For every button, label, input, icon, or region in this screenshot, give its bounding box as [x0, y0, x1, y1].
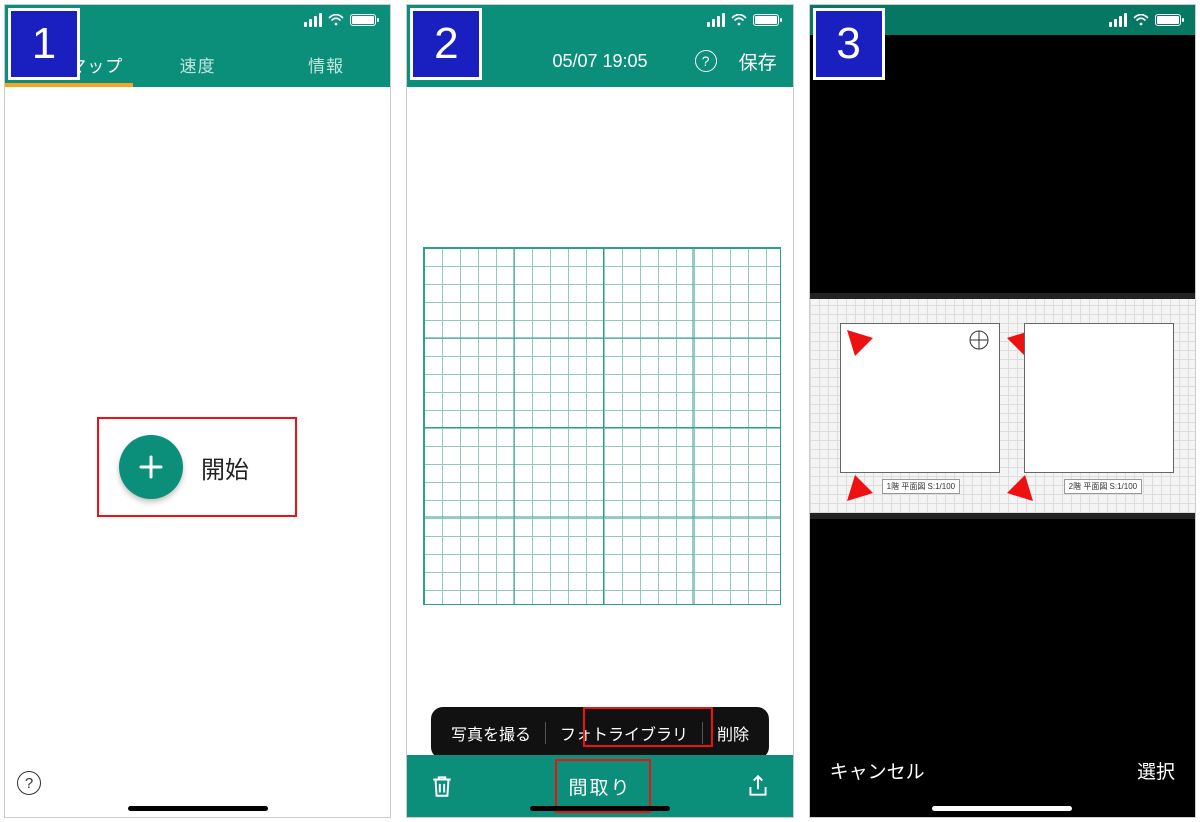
save-button[interactable]: 保存: [739, 48, 777, 75]
popup-delete[interactable]: 削除: [703, 717, 763, 749]
screen3-body: 1階 平面図 S:1/100 2階 平面図 S:1/100 キャンセル 選択: [810, 35, 1195, 817]
arrow-icon: [847, 330, 881, 369]
home-indicator[interactable]: [530, 806, 670, 811]
photo-slot-floorplan[interactable]: 1階 平面図 S:1/100 2階 平面図 S:1/100: [810, 299, 1195, 513]
home-indicator[interactable]: [932, 806, 1072, 811]
arrow-icon: [847, 462, 881, 501]
share-icon[interactable]: [745, 773, 771, 799]
trash-icon[interactable]: [429, 773, 455, 799]
start-label: 開始: [201, 450, 249, 485]
floorplan-caption-right: 2階 平面図 S:1/100: [1064, 479, 1142, 494]
plus-icon: [119, 435, 183, 499]
start-button[interactable]: 開始: [97, 417, 297, 517]
phone-screen-1: 1 ヒートマップ 速度 情報 開始 ?: [4, 4, 391, 818]
battery-icon: [753, 14, 779, 26]
phone-screen-3: 3 1階 平面図 S:1/100 2階 平面図 S:1/100: [809, 4, 1196, 818]
help-button[interactable]: ?: [695, 50, 717, 72]
step-badge-2: 2: [410, 8, 482, 80]
battery-icon: [350, 14, 376, 26]
screen1-body: 開始 ?: [5, 87, 390, 817]
photo-slot-bottom[interactable]: [810, 519, 1195, 699]
step-badge-1: 1: [8, 8, 80, 80]
header-timestamp: 05/07 19:05: [552, 51, 647, 72]
wifi-icon: [731, 14, 747, 26]
floorplan-left: [840, 323, 1000, 473]
help-button[interactable]: ?: [17, 771, 41, 795]
cancel-button[interactable]: キャンセル: [830, 757, 925, 784]
screen2-body: 写真を撮る フォトライブラリ 削除 間取り: [407, 87, 792, 817]
step-badge-3: 3: [813, 8, 885, 80]
battery-icon: [1155, 14, 1181, 26]
wifi-icon: [1133, 14, 1149, 26]
floorplan-right: [1024, 323, 1174, 473]
cellular-signal-icon: [1109, 13, 1127, 27]
phone-screen-2: 2 05/07 19:05 ? 保存 写真を撮る フォトライブラリ 削除: [406, 4, 793, 818]
floorplan-popup-menu: 写真を撮る フォトライブラリ 削除: [431, 707, 769, 759]
tab-speed[interactable]: 速度: [133, 52, 261, 87]
floorplan-thumbnail: 1階 平面図 S:1/100 2階 平面図 S:1/100: [810, 299, 1195, 513]
floorplan-caption-left: 1階 平面図 S:1/100: [882, 479, 960, 494]
photo-slot-top[interactable]: [810, 79, 1195, 293]
popup-photo-library[interactable]: フォトライブラリ: [546, 717, 702, 749]
home-indicator[interactable]: [128, 806, 268, 811]
cellular-signal-icon: [304, 13, 322, 27]
tab-info[interactable]: 情報: [262, 52, 390, 87]
measurement-grid[interactable]: [423, 247, 781, 605]
wifi-icon: [328, 14, 344, 26]
cellular-signal-icon: [707, 13, 725, 27]
floorplan-button[interactable]: 間取り: [568, 773, 631, 800]
popup-take-photo[interactable]: 写真を撮る: [437, 717, 545, 749]
compass-icon: [967, 328, 991, 352]
select-button[interactable]: 選択: [1137, 757, 1175, 784]
